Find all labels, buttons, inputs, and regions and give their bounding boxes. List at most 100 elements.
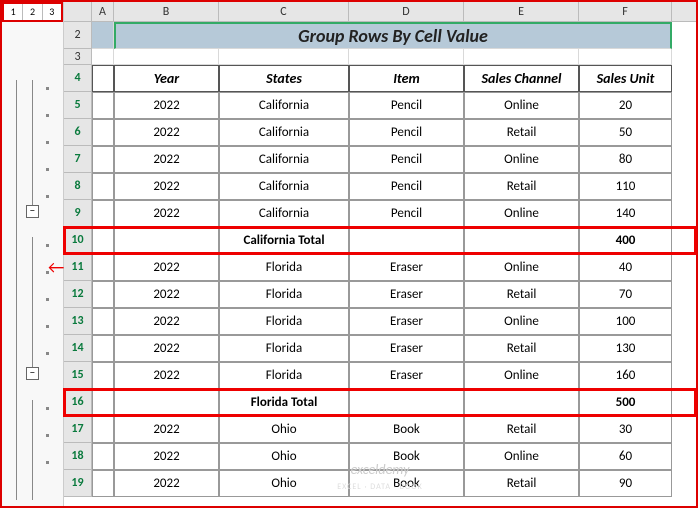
cell-unit[interactable]: 30 xyxy=(579,416,672,443)
col-header-c[interactable]: C xyxy=(219,2,349,21)
cell[interactable] xyxy=(219,49,349,65)
cell-state[interactable]: Ohio xyxy=(219,470,349,497)
cell[interactable] xyxy=(92,416,114,443)
cell-channel[interactable]: Online xyxy=(464,146,579,173)
cell-unit[interactable]: 130 xyxy=(579,335,672,362)
cell[interactable] xyxy=(92,470,114,497)
outline-level-3[interactable]: 3 xyxy=(43,4,61,20)
cell[interactable] xyxy=(92,308,114,335)
cell-unit[interactable]: 110 xyxy=(579,173,672,200)
cell-item[interactable]: Pencil xyxy=(349,146,464,173)
cell[interactable] xyxy=(92,281,114,308)
cell[interactable] xyxy=(92,200,114,227)
row-header[interactable]: 15 xyxy=(64,362,92,389)
cell-unit[interactable]: 60 xyxy=(579,443,672,470)
cell-channel[interactable]: Retail xyxy=(464,173,579,200)
row-header[interactable]: 10 xyxy=(64,227,92,254)
cell-item[interactable]: Book xyxy=(349,443,464,470)
cell-unit[interactable]: 50 xyxy=(579,119,672,146)
cell-unit[interactable]: 20 xyxy=(579,92,672,119)
cell-item[interactable]: Eraser xyxy=(349,362,464,389)
row-header[interactable]: 3 xyxy=(64,49,92,65)
cell-channel[interactable]: Retail xyxy=(464,119,579,146)
cell[interactable] xyxy=(92,227,114,254)
row-header[interactable]: 16 xyxy=(64,389,92,416)
cell[interactable] xyxy=(349,49,464,65)
cell[interactable] xyxy=(92,443,114,470)
row-header[interactable]: 13 xyxy=(64,308,92,335)
cell-item[interactable]: Pencil xyxy=(349,200,464,227)
col-header-b[interactable]: B xyxy=(114,2,219,21)
cell-channel[interactable]: Retail xyxy=(464,416,579,443)
outline-level-2[interactable]: 2 xyxy=(23,4,42,20)
cell[interactable] xyxy=(349,227,464,254)
cell-state[interactable]: Florida xyxy=(219,281,349,308)
cell[interactable] xyxy=(92,119,114,146)
cell-year[interactable]: 2022 xyxy=(114,362,219,389)
cell-year[interactable]: 2022 xyxy=(114,335,219,362)
cell-channel[interactable]: Online xyxy=(464,254,579,281)
row-header[interactable]: 5 xyxy=(64,92,92,119)
outline-level-1[interactable]: 1 xyxy=(4,4,23,20)
cell-year[interactable]: 2022 xyxy=(114,308,219,335)
cell-state[interactable]: California xyxy=(219,173,349,200)
cell[interactable] xyxy=(92,335,114,362)
cell-unit[interactable]: 100 xyxy=(579,308,672,335)
cell-unit[interactable]: 140 xyxy=(579,200,672,227)
cell[interactable] xyxy=(579,49,672,65)
cell-item[interactable]: Book xyxy=(349,470,464,497)
cell[interactable] xyxy=(92,254,114,281)
cell[interactable] xyxy=(92,173,114,200)
cell-year[interactable]: 2022 xyxy=(114,146,219,173)
cell-channel[interactable]: Online xyxy=(464,308,579,335)
col-header-a[interactable]: A xyxy=(92,2,114,21)
cell[interactable] xyxy=(464,227,579,254)
cell-state[interactable]: Florida xyxy=(219,308,349,335)
cell-channel[interactable]: Retail xyxy=(464,281,579,308)
cell-year[interactable]: 2022 xyxy=(114,200,219,227)
cell-state[interactable]: Florida xyxy=(219,362,349,389)
row-header[interactable]: 11 xyxy=(64,254,92,281)
cell-item[interactable]: Pencil xyxy=(349,92,464,119)
cell[interactable] xyxy=(349,389,464,416)
cell[interactable] xyxy=(464,49,579,65)
cell-year[interactable]: 2022 xyxy=(114,92,219,119)
col-header-d[interactable]: D xyxy=(349,2,464,21)
row-header[interactable]: 2 xyxy=(64,22,92,49)
cell-state[interactable]: California xyxy=(219,200,349,227)
cell-year[interactable]: 2022 xyxy=(114,173,219,200)
cell-unit[interactable]: 90 xyxy=(579,470,672,497)
cell-state[interactable]: Ohio xyxy=(219,443,349,470)
cell-channel[interactable]: Retail xyxy=(464,335,579,362)
cell[interactable] xyxy=(92,49,114,65)
cell-item[interactable]: Book xyxy=(349,416,464,443)
select-all-corner[interactable] xyxy=(64,2,92,21)
row-header[interactable]: 12 xyxy=(64,281,92,308)
row-header[interactable]: 4 xyxy=(64,65,92,92)
cell-item[interactable]: Eraser xyxy=(349,335,464,362)
cell-item[interactable]: Eraser xyxy=(349,281,464,308)
cell[interactable] xyxy=(92,362,114,389)
cell-year[interactable]: 2022 xyxy=(114,119,219,146)
cell-unit[interactable]: 40 xyxy=(579,254,672,281)
cell-item[interactable]: Eraser xyxy=(349,308,464,335)
col-header-e[interactable]: E xyxy=(464,2,579,21)
cell-unit[interactable]: 160 xyxy=(579,362,672,389)
row-header[interactable]: 18 xyxy=(64,443,92,470)
cell-channel[interactable]: Online xyxy=(464,92,579,119)
cell-year[interactable]: 2022 xyxy=(114,254,219,281)
cell-year[interactable]: 2022 xyxy=(114,281,219,308)
cell-unit[interactable]: 70 xyxy=(579,281,672,308)
cell-state[interactable]: Florida xyxy=(219,335,349,362)
cell[interactable] xyxy=(464,389,579,416)
cell-item[interactable]: Pencil xyxy=(349,173,464,200)
cell[interactable] xyxy=(114,227,219,254)
cell-channel[interactable]: Online xyxy=(464,200,579,227)
cell[interactable] xyxy=(92,389,114,416)
cell[interactable] xyxy=(114,49,219,65)
cell-state[interactable]: Florida xyxy=(219,254,349,281)
col-header-f[interactable]: F xyxy=(579,2,672,21)
cell-year[interactable]: 2022 xyxy=(114,470,219,497)
cell-state[interactable]: Ohio xyxy=(219,416,349,443)
cell-state[interactable]: California xyxy=(219,119,349,146)
